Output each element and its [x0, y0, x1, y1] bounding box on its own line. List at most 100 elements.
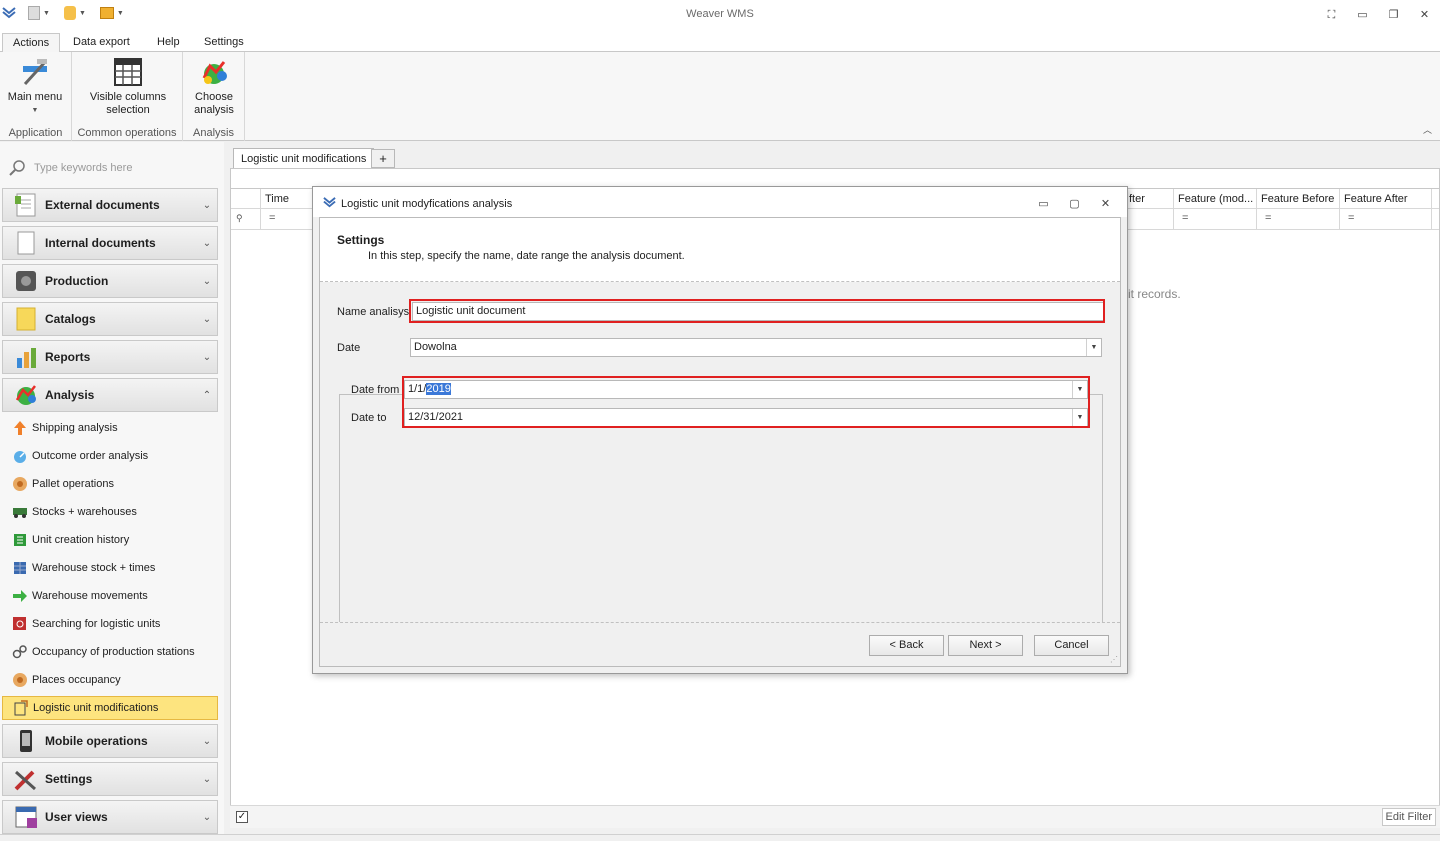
wizard-header: Settings In this step, specify the name,…: [320, 218, 1120, 282]
main-menu-button[interactable]: Main menu ▼: [4, 56, 66, 117]
title-bar: ▼ ▼ ▼ Weaver WMS ⛶ ▭ ❐ ✕: [0, 0, 1440, 30]
column-header-feature-before[interactable]: Feature Before: [1256, 189, 1339, 209]
sidebar-group-catalogs[interactable]: Catalogs ⌄: [2, 302, 218, 336]
visible-columns-label-1: Visible columns: [89, 91, 167, 103]
group-label: External documents: [45, 198, 160, 212]
visible-columns-button[interactable]: Visible columns selection: [82, 56, 174, 117]
sidebar-group-internal-documents[interactable]: Internal documents ⌄: [2, 226, 218, 260]
minimize-icon[interactable]: ▭: [1028, 197, 1059, 210]
back-button[interactable]: < Back: [869, 635, 944, 656]
arrow-right-icon: [12, 588, 28, 604]
filter-enabled-checkbox[interactable]: ✓: [236, 811, 248, 823]
gauge-icon: [12, 448, 28, 464]
filter-cell[interactable]: =: [1173, 209, 1256, 229]
close-icon[interactable]: ✕: [1090, 197, 1121, 210]
column-header-feature-after[interactable]: Feature After: [1339, 189, 1432, 209]
search-units-icon: [12, 616, 28, 632]
chevron-down-icon[interactable]: ▼: [1086, 339, 1101, 356]
sidebar-item-label: Pallet operations: [32, 478, 114, 490]
sidebar-item-logistic-unit-modifications[interactable]: Logistic unit modifications: [2, 696, 218, 720]
sidebar-item-places-occupancy[interactable]: Places occupancy: [2, 668, 218, 692]
sidebar-item-searching-logistic-units[interactable]: Searching for logistic units: [2, 612, 218, 636]
sidebar-group-user-views[interactable]: User views ⌄: [2, 800, 218, 834]
chevron-down-icon: ⌄: [202, 199, 212, 211]
chevron-down-icon: ⌄: [202, 351, 212, 363]
truck-icon: [12, 504, 28, 520]
tab-logistic-unit-modifications[interactable]: Logistic unit modifications: [233, 148, 375, 169]
chevron-down-icon: ⌄: [202, 773, 212, 785]
maximize-icon[interactable]: ▢: [1059, 197, 1090, 210]
group-label: Reports: [45, 350, 91, 364]
sidebar-item-unit-creation-history[interactable]: Unit creation history: [2, 528, 218, 552]
date-range-value: Dowolna: [414, 341, 457, 353]
sidebar-item-shipping-analysis[interactable]: Shipping analysis: [2, 416, 218, 440]
sidebar-group-production[interactable]: Production ⌄: [2, 264, 218, 298]
tab-settings[interactable]: Settings: [194, 33, 254, 52]
next-button[interactable]: Next >: [948, 635, 1023, 656]
tab-data-export[interactable]: Data export: [63, 33, 140, 52]
filter-cell[interactable]: =: [1339, 209, 1432, 229]
choose-analysis-button[interactable]: Choose analysis: [187, 56, 241, 117]
pallet-icon: [12, 476, 28, 492]
sidebar-item-label: Searching for logistic units: [32, 618, 161, 630]
chevron-down-icon: ▼: [31, 107, 39, 114]
date-from-label: Date from: [351, 384, 400, 396]
restore-icon[interactable]: ❐: [1378, 4, 1409, 26]
filter-bar: ✓ Edit Filter: [230, 805, 1440, 828]
edit-filter-button[interactable]: Edit Filter: [1381, 808, 1436, 826]
date-range-select[interactable]: Dowolna ▼: [410, 338, 1102, 357]
filter-cell[interactable]: =: [1256, 209, 1339, 229]
wizard-footer: < Back Next > Cancel ⋰: [320, 622, 1120, 666]
fullscreen-icon[interactable]: ⛶: [1316, 4, 1347, 26]
column-header-feature-mod[interactable]: Feature (mod...: [1173, 189, 1256, 209]
name-analysis-label: Name analisys: [337, 306, 410, 318]
sidebar-group-external-documents[interactable]: External documents ⌄: [2, 188, 218, 222]
sidebar-item-label: Places occupancy: [32, 674, 121, 686]
search-input[interactable]: Type keywords here: [34, 162, 132, 174]
close-icon[interactable]: ✕: [1409, 4, 1440, 26]
minimize-icon[interactable]: ▭: [1347, 4, 1378, 26]
sidebar-item-warehouse-movements[interactable]: Warehouse movements: [2, 584, 218, 608]
sidebar-group-analysis[interactable]: Analysis ⌃: [2, 378, 218, 412]
sidebar-search[interactable]: Type keywords here: [8, 158, 218, 178]
ribbon: Main menu ▼ Application Visible columns …: [0, 52, 1440, 141]
resize-grip-icon[interactable]: ⋰: [1110, 655, 1118, 664]
app-logo-icon: [323, 197, 336, 208]
column-header-after[interactable]: fter: [1124, 189, 1174, 209]
navigation-sidebar: Type keywords here External documents ⌄ …: [0, 142, 224, 841]
chevron-up-icon: ⌃: [202, 389, 212, 401]
empty-grid-message: it records.: [1128, 287, 1181, 301]
ribbon-tabs: Actions Data export Help Settings: [0, 30, 1440, 53]
analysis-icon: [198, 56, 230, 88]
chevron-down-icon: ⌄: [202, 735, 212, 747]
internal-documents-icon: [13, 230, 39, 256]
choose-analysis-label-2: analysis: [194, 104, 234, 116]
sidebar-group-settings[interactable]: Settings ⌄: [2, 762, 218, 796]
tools-icon: [13, 766, 39, 792]
mobile-icon: [13, 728, 39, 754]
sidebar-item-outcome-order-analysis[interactable]: Outcome order analysis: [2, 444, 218, 468]
filter-cell[interactable]: =: [260, 209, 320, 229]
gears-icon: [12, 644, 28, 660]
ribbon-group-application: Main menu ▼ Application: [0, 52, 72, 141]
cancel-button[interactable]: Cancel: [1034, 635, 1109, 656]
sidebar-item-occupancy-production-stations[interactable]: Occupancy of production stations: [2, 640, 218, 664]
group-label: Production: [45, 274, 109, 288]
filter-pin-icon: ⚲: [236, 213, 243, 223]
column-header-time[interactable]: Time: [260, 189, 320, 209]
dialog-title-bar: Logistic unit modyfications analysis ▭ ▢…: [313, 187, 1127, 217]
sidebar-item-pallet-operations[interactable]: Pallet operations: [2, 472, 218, 496]
tab-help[interactable]: Help: [147, 33, 190, 52]
tab-actions[interactable]: Actions: [2, 33, 61, 53]
sidebar-group-reports[interactable]: Reports ⌄: [2, 340, 218, 374]
sidebar-item-stocks-warehouses[interactable]: Stocks + warehouses: [2, 500, 218, 524]
sidebar-item-warehouse-stock-times[interactable]: Warehouse stock + times: [2, 556, 218, 580]
collapse-ribbon-icon[interactable]: ︿: [1423, 123, 1432, 136]
add-tab-button[interactable]: +: [371, 149, 395, 168]
sidebar-group-mobile-operations[interactable]: Mobile operations ⌄: [2, 724, 218, 758]
date-to-label: Date to: [351, 412, 387, 424]
filter-cell[interactable]: [1124, 209, 1174, 229]
external-documents-icon: [13, 192, 39, 218]
highlight-box: [402, 376, 1090, 428]
group-label-common: Common operations: [77, 127, 177, 139]
